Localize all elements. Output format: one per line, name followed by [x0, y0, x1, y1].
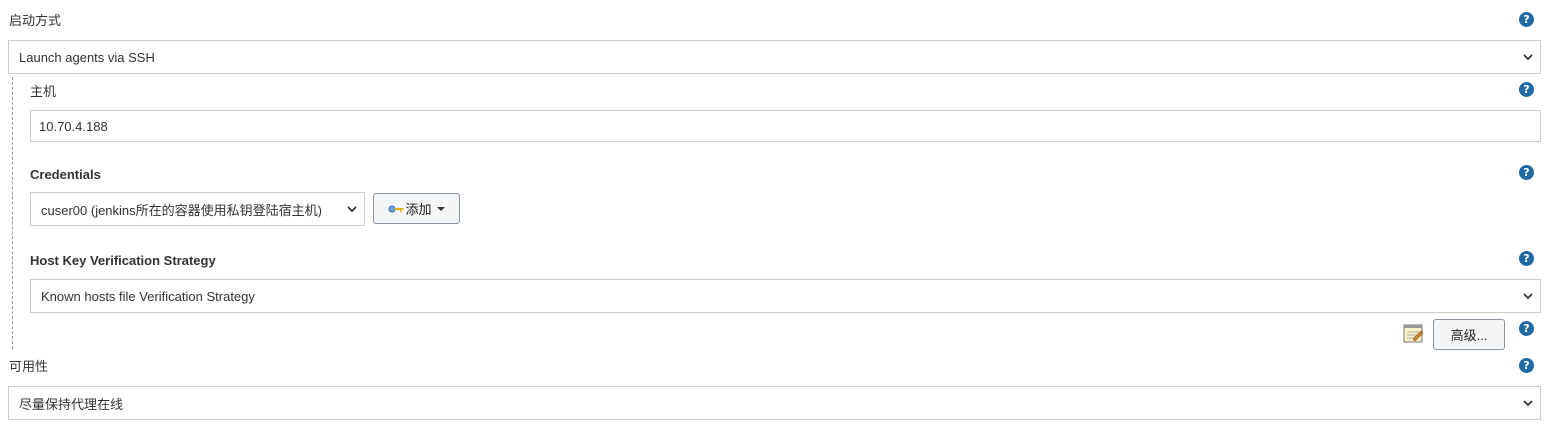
host-label: 主机	[30, 84, 57, 99]
availability-select[interactable]: 尽量保持代理在线	[8, 386, 1541, 420]
chevron-down-icon	[347, 206, 357, 213]
notepad-icon[interactable]	[1402, 322, 1424, 344]
host-input[interactable]: 10.70.4.188	[30, 110, 1541, 142]
add-credentials-label: 添加	[405, 202, 432, 217]
availability-label: 可用性	[9, 359, 49, 374]
credentials-help-icon[interactable]: ?	[1519, 165, 1534, 180]
host-help-icon[interactable]: ?	[1519, 82, 1534, 97]
host-key-strategy-label: Host Key Verification Strategy	[30, 253, 216, 268]
launch-method-value: Launch agents via SSH	[19, 49, 155, 65]
launch-method-help-icon[interactable]: ?	[1519, 12, 1534, 27]
host-key-strategy-select[interactable]: Known hosts file Verification Strategy	[30, 279, 1541, 313]
caret-down-icon	[436, 206, 445, 211]
availability-value: 尽量保持代理在线	[19, 396, 124, 412]
key-icon	[388, 205, 404, 212]
credentials-label: Credentials	[30, 167, 101, 182]
chevron-down-icon	[1523, 293, 1533, 300]
credentials-select[interactable]: cuser00 (jenkins所在的容器使用私钥登陆宿主机)	[30, 192, 365, 226]
availability-help-icon[interactable]: ?	[1519, 358, 1534, 373]
host-key-strategy-value: Known hosts file Verification Strategy	[41, 288, 255, 304]
chevron-down-icon	[1523, 54, 1533, 61]
chevron-down-icon	[1523, 400, 1533, 407]
launch-method-label: 启动方式	[9, 13, 62, 28]
nested-config-guide	[12, 77, 13, 349]
advanced-button[interactable]: 高级...	[1433, 319, 1505, 350]
launch-method-select[interactable]: Launch agents via SSH	[8, 40, 1541, 74]
advanced-help-icon[interactable]: ?	[1519, 321, 1534, 336]
host-key-strategy-help-icon[interactable]: ?	[1519, 251, 1534, 266]
add-credentials-button[interactable]: 添加	[373, 193, 460, 224]
credentials-value: cuser00 (jenkins所在的容器使用私钥登陆宿主机)	[41, 202, 322, 218]
